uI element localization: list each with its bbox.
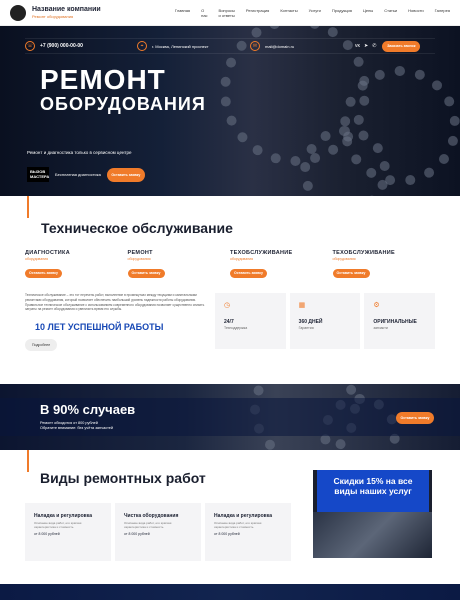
service-sub: оборудования (332, 257, 356, 261)
menu-item-home[interactable]: Главная (175, 8, 190, 18)
stat-label: Гарантия (298, 326, 314, 330)
promo-banner: В 90% случаев Ремонт обходится от 800 ру… (0, 384, 460, 450)
service-item: ТЕХОБСЛУЖИВАНИЕ оборудования Оставить за… (332, 250, 436, 279)
menu-item-news[interactable]: Новости (408, 8, 423, 18)
main-menu: Главная О нас Вопросы и ответы Регистрац… (175, 8, 450, 18)
stat-value: 24/7 (224, 319, 234, 325)
service-name: ТЕХОБСЛУЖИВАНИЕ (332, 250, 396, 256)
hero-title: РЕМОНТ ОБОРУДОВАНИЯ (40, 64, 206, 115)
repair-card[interactable]: Наладка и регулировка Описание вида рабо… (25, 503, 111, 561)
service-request-button[interactable]: Оставить заявку (332, 268, 370, 278)
stat-label: Техподдержка (224, 326, 248, 330)
discount-promo[interactable]: Скидки 15% на все виды наших услуг (313, 470, 432, 558)
repair-card-desc: Описание вида работ, его краткая характе… (124, 521, 172, 529)
company-name: Название компании (32, 5, 101, 13)
stat-card: ⚙ ОРИГИНАЛЬНЫЕ запчасти (364, 293, 436, 349)
top-nav: Название компании Ремонт оборудования Гл… (0, 0, 460, 26)
repair-card[interactable]: Чистка оборудования Описание вида работ,… (115, 503, 201, 561)
clock-icon: ◷ (224, 302, 231, 309)
repair-card-price: от 8 000 рублей (34, 532, 60, 536)
stat-card: ▦ 360 ДНЕЙ Гарантия (289, 293, 361, 349)
service-name: ДИАГНОСТИКА (25, 250, 70, 256)
service-sub: оборудования (127, 257, 151, 261)
discount-text: Скидки 15% на все виды наших услуг (317, 470, 429, 512)
service-request-button[interactable]: Оставить заявку (127, 268, 165, 278)
repair-card-price: от 8 000 рублей (124, 532, 150, 536)
menu-item-about[interactable]: О нас (201, 8, 207, 18)
stat-card: ◷ 24/7 Техподдержка (215, 293, 286, 349)
service-sub: оборудования (230, 257, 253, 261)
hero-section: ☏ +7 (900) 000-00-00 ⌖ г. Москва, Ленинс… (0, 26, 460, 196)
hero-phone[interactable]: +7 (900) 000-00-00 (40, 43, 83, 49)
banner-subtitle: Ремонт обходится от 800 рублей Обратите … (40, 421, 113, 431)
menu-item-gallery[interactable]: Галерея (435, 8, 450, 18)
hero-address: г. Москва, Ленинский проспект (152, 43, 209, 49)
repairs-title: Виды ремонтных работ (40, 470, 206, 486)
maintenance-section: Техническое обслуживание ДИАГНОСТИКА обо… (0, 196, 460, 352)
maintenance-paragraph: Техническое обслуживание – это тот переч… (25, 293, 205, 312)
menu-item-products[interactable]: Продукция (332, 8, 352, 18)
menu-item-prices[interactable]: Цены (363, 8, 373, 18)
accent-line (27, 450, 29, 472)
telegram-icon[interactable]: ➤ (364, 43, 368, 49)
more-button[interactable]: Подробнее (25, 339, 58, 352)
service-item: ТЕХОБСЛУЖИВАНИЕ оборудования Оставить за… (230, 250, 333, 279)
logo-mark-icon (10, 4, 26, 21)
service-request-button[interactable]: Оставить заявку (25, 268, 62, 278)
gear-icon: ⚙ (373, 302, 380, 309)
years-headline: 10 ЛЕТ УСПЕШНОЙ РАБОТЫ (35, 322, 164, 333)
service-name: РЕМОНТ (127, 250, 153, 256)
logo[interactable]: Название компании Ремонт оборудования (10, 4, 175, 21)
stat-value: ОРИГИНАЛЬНЫЕ (373, 319, 417, 325)
stat-value: 360 ДНЕЙ (298, 319, 323, 325)
stat-label: запчасти (373, 326, 388, 330)
hero-contact-bar: ☏ +7 (900) 000-00-00 ⌖ г. Москва, Ленинс… (25, 38, 435, 54)
free-diagnostic-text: Бесплатная диагностика (55, 172, 101, 177)
service-sub: оборудования (25, 257, 48, 261)
menu-item-services[interactable]: Услуги (309, 8, 321, 18)
top-callback-button[interactable]: Заказать звонок (382, 40, 421, 52)
menu-item-contacts[interactable]: Контакты (280, 8, 297, 18)
repair-cards: Наладка и регулировка Описание вида рабо… (25, 503, 291, 561)
hero-subtitle: Ремонт и диагностика только в сервисном … (27, 150, 132, 155)
stats-grid: ◷ 24/7 Техподдержка ▦ 360 ДНЕЙ Гарантия … (215, 293, 436, 351)
hero-cta-button[interactable]: Оставить заявку (106, 167, 145, 182)
banner-sub-line2: Обратите внимание: без учёта запчастей (40, 426, 114, 430)
hero-title-line2: ОБОРУДОВАНИЯ (40, 94, 206, 114)
hero-title-line1: РЕМОНТ (40, 64, 166, 95)
whatsapp-icon[interactable]: ✆ (372, 43, 376, 49)
repair-card-desc: Описание вида работ, его краткая характе… (214, 521, 262, 529)
service-item: РЕМОНТ оборудования Оставить заявку (127, 250, 231, 279)
maintenance-title: Техническое обслуживание (41, 220, 233, 236)
accent-line (27, 196, 29, 218)
mail-icon: ✉ (250, 41, 260, 51)
calendar-icon: ▦ (298, 302, 306, 309)
repair-card-price: от 8 000 рублей (214, 532, 240, 536)
footer-strip (0, 584, 460, 600)
banner-title: В 90% случаев (40, 402, 136, 417)
vk-icon[interactable]: ᴠᴋ (355, 43, 360, 49)
repair-card-title: Чистка оборудования (124, 513, 179, 519)
service-request-button[interactable]: Оставить заявку (230, 268, 267, 278)
service-item: ДИАГНОСТИКА оборудования Оставить заявку (25, 250, 128, 279)
banner-request-button[interactable]: Оставить заявку (396, 412, 434, 424)
services-row: ДИАГНОСТИКА оборудования Оставить заявку… (25, 250, 435, 279)
repair-card-title: Наладка и регулировка (34, 513, 93, 519)
company-tagline: Ремонт оборудования (32, 13, 74, 19)
menu-item-register[interactable]: Регистрация (246, 8, 269, 18)
menu-item-faq[interactable]: Вопросы и ответы (219, 8, 235, 18)
hero-cta-row: ВЫЗОВ МАСТЕРА Бесплатная диагностика Ост… (27, 167, 145, 182)
location-icon: ⌖ (137, 41, 147, 51)
equipment-image (313, 512, 432, 558)
hero-email[interactable]: mail@domain.ru (265, 44, 294, 49)
menu-item-articles[interactable]: Статьи (384, 8, 397, 18)
service-name: ТЕХОБСЛУЖИВАНИЕ (230, 250, 293, 256)
repair-card-title: Наладка и регулировка (214, 513, 273, 519)
master-call-badge: ВЫЗОВ МАСТЕРА (27, 167, 49, 182)
repair-card-desc: Описание вида работ, его краткая характе… (34, 521, 82, 529)
phone-icon: ☏ (25, 41, 35, 51)
info-row: Техническое обслуживание – это тот переч… (25, 293, 436, 352)
repair-card[interactable]: Наладка и регулировка Описание вида рабо… (205, 503, 291, 561)
